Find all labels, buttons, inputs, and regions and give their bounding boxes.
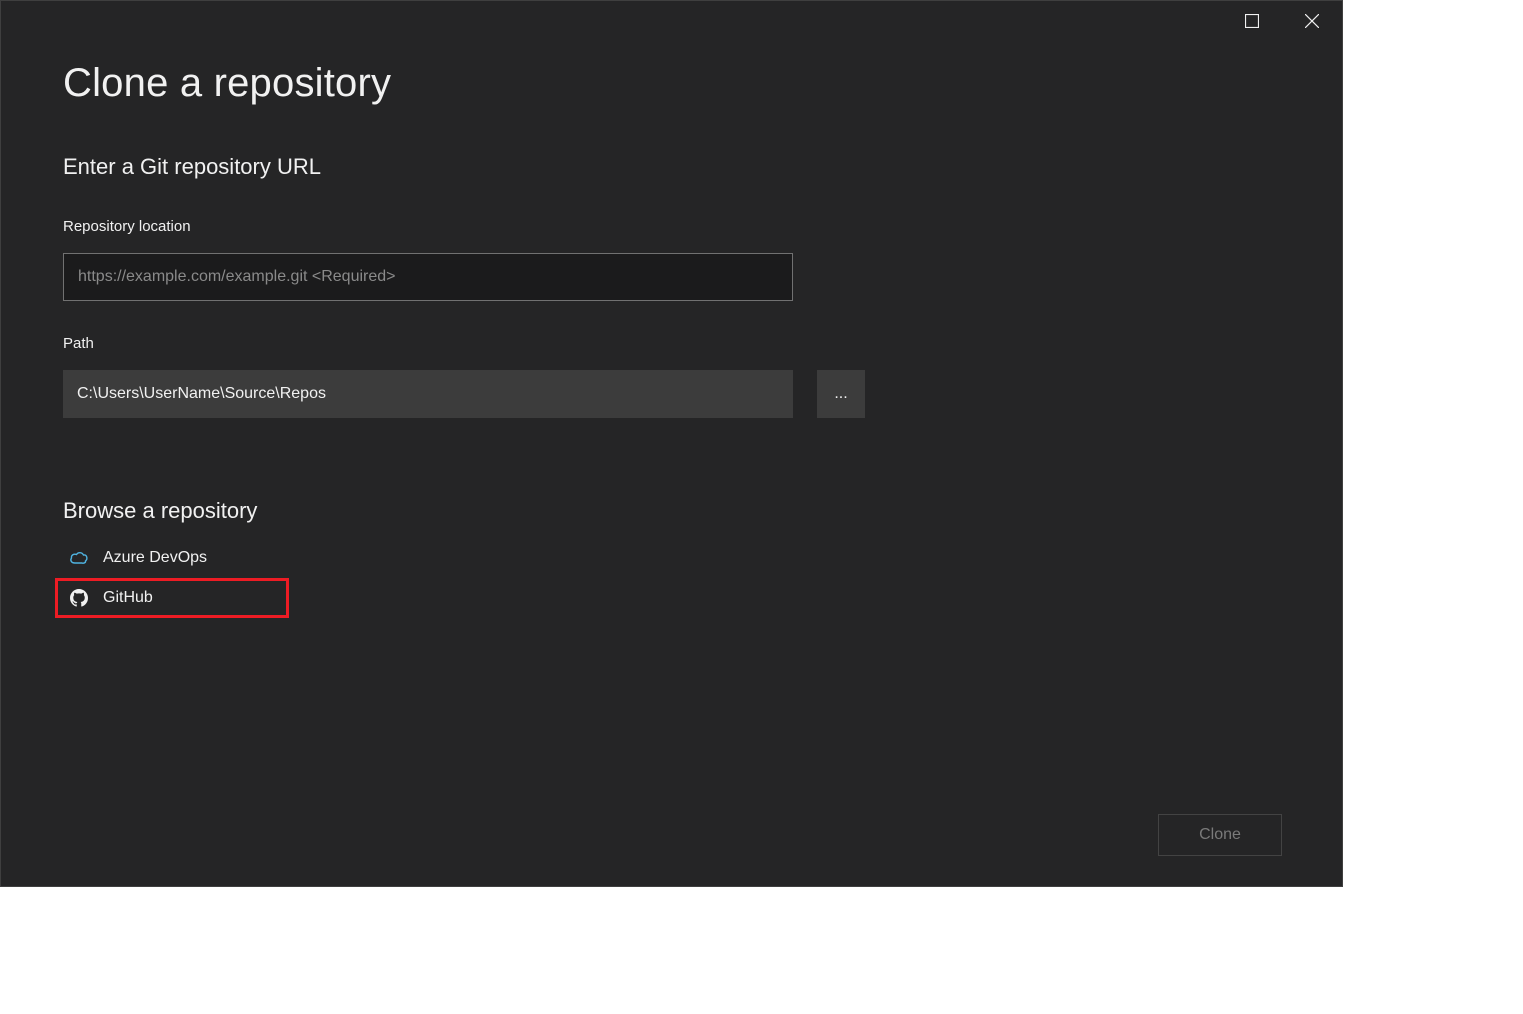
browse-repository-title: Browse a repository bbox=[63, 498, 1282, 524]
close-icon bbox=[1305, 14, 1319, 28]
clone-repository-window: Clone a repository Enter a Git repositor… bbox=[0, 0, 1343, 887]
repo-location-label: Repository location bbox=[63, 218, 1282, 235]
github-icon bbox=[69, 588, 89, 608]
browse-item-github[interactable]: GitHub bbox=[55, 578, 289, 618]
browse-item-label: GitHub bbox=[103, 589, 153, 607]
path-label: Path bbox=[63, 335, 1282, 352]
browse-item-azure-devops[interactable]: Azure DevOps bbox=[63, 538, 293, 578]
browse-path-button[interactable]: ... bbox=[817, 370, 865, 418]
window-titlebar bbox=[1222, 1, 1342, 41]
clone-button[interactable]: Clone bbox=[1158, 814, 1282, 856]
content-area: Clone a repository Enter a Git repositor… bbox=[1, 1, 1342, 618]
path-input[interactable] bbox=[63, 370, 793, 418]
footer: Clone bbox=[1158, 814, 1282, 856]
path-row: ... bbox=[63, 370, 1282, 418]
enter-url-subtitle: Enter a Git repository URL bbox=[63, 154, 1282, 180]
close-button[interactable] bbox=[1282, 1, 1342, 41]
maximize-icon bbox=[1245, 14, 1259, 28]
browse-item-label: Azure DevOps bbox=[103, 549, 207, 567]
repo-location-input[interactable] bbox=[63, 253, 793, 301]
browse-repository-list: Azure DevOps GitHub bbox=[63, 538, 293, 618]
cloud-icon bbox=[69, 548, 89, 568]
maximize-button[interactable] bbox=[1222, 1, 1282, 41]
page-title: Clone a repository bbox=[63, 61, 1282, 106]
